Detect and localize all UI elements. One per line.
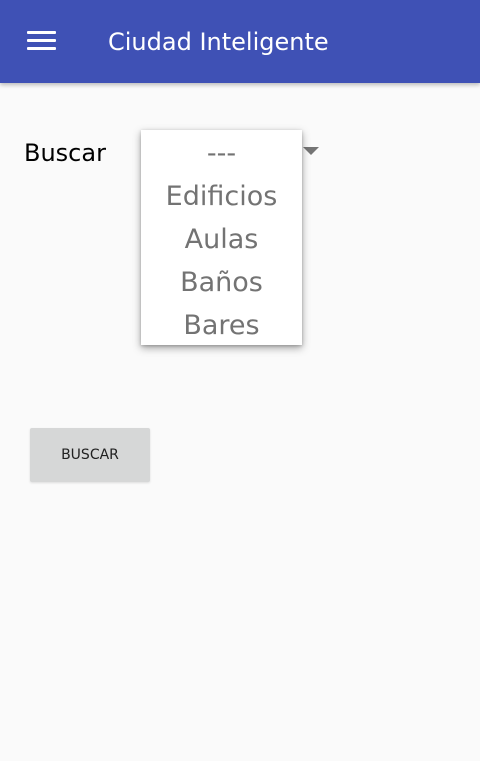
dropdown-option-edificios[interactable]: Edificios xyxy=(141,175,302,218)
search-label: Buscar xyxy=(24,139,106,167)
search-button[interactable]: BUSCAR xyxy=(30,428,150,482)
dropdown-option-none[interactable]: --- xyxy=(141,132,302,175)
dropdown-option-aulas[interactable]: Aulas xyxy=(141,218,302,261)
app-bar: Ciudad Inteligente xyxy=(0,0,480,83)
hamburger-menu-icon[interactable] xyxy=(27,31,56,51)
menu-icon-line xyxy=(27,47,56,50)
dropdown-arrow-icon[interactable] xyxy=(303,147,319,155)
menu-icon-line xyxy=(27,39,56,42)
menu-icon-line xyxy=(27,31,56,34)
category-dropdown-menu: --- Edificios Aulas Baños Bares xyxy=(141,130,302,345)
app-title: Ciudad Inteligente xyxy=(108,28,329,56)
dropdown-option-bares[interactable]: Bares xyxy=(141,304,302,345)
dropdown-option-banos[interactable]: Baños xyxy=(141,261,302,304)
